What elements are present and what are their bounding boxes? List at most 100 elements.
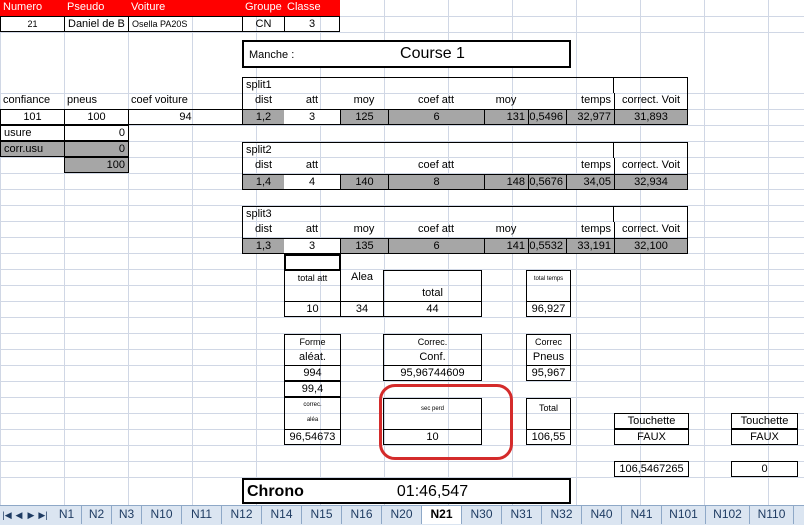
pseudo-cell[interactable]: Daniel de B <box>64 16 129 32</box>
manche-value[interactable]: Course 1 <box>360 43 505 67</box>
sheet-tab[interactable]: N30 <box>462 506 502 524</box>
last-sheet-icon[interactable]: ▶| <box>38 509 48 521</box>
corr-usu-label: corr.usu <box>0 141 65 157</box>
sheet-tab[interactable]: N101 <box>662 506 706 524</box>
chrono-label: Chrono <box>247 483 304 500</box>
classe-header: Classe <box>284 0 340 16</box>
correc-alea-cell[interactable]: 96,54673 <box>284 429 341 445</box>
split1-dist-label: dist <box>242 93 284 109</box>
total-final-cell[interactable]: 106,55 <box>526 429 571 445</box>
sheet-tab[interactable]: N2 <box>82 506 112 524</box>
sheet-tab[interactable]: N16 <box>342 506 382 524</box>
split3-coefatt-label: coef att <box>417 223 455 235</box>
sheet-tab[interactable]: N10 <box>142 506 182 524</box>
split1-coefatt[interactable]: 6 <box>388 109 485 125</box>
total-temps-cell[interactable]: 96,927 <box>526 301 571 317</box>
split3-temps[interactable]: 33,191 <box>566 238 615 254</box>
split3-moy2-label: moy <box>495 223 517 235</box>
split3-att[interactable]: 3 <box>284 238 340 254</box>
split3-moy-label: moy <box>353 223 375 235</box>
split1-att-label: att <box>305 94 319 106</box>
final-value1[interactable]: 106,5467265 <box>614 461 689 477</box>
correc-pneus-cell[interactable]: 95,967 <box>526 365 571 381</box>
sheet-tab[interactable]: N20 <box>382 506 422 524</box>
total-att-cell[interactable]: 10 <box>284 301 341 317</box>
touchette2-cell[interactable]: FAUX <box>731 429 798 445</box>
split1-moy2[interactable]: 131 <box>484 109 529 125</box>
prev-sheet-icon[interactable]: ◀ <box>14 509 24 521</box>
sheet-tab[interactable]: N11 <box>182 506 222 524</box>
sheet-tab[interactable]: N31 <box>502 506 542 524</box>
forme-v1[interactable]: 994 <box>284 365 341 381</box>
split2-coefatt[interactable]: 8 <box>388 174 485 190</box>
sheet-tab[interactable]: N40 <box>582 506 622 524</box>
split2-att[interactable]: 4 <box>284 174 340 190</box>
sheet-tab[interactable]: N15 <box>302 506 342 524</box>
classe-cell[interactable]: 3 <box>284 16 340 32</box>
split1-moy[interactable]: 125 <box>340 109 389 125</box>
split1-correct-label: correct. Voit <box>614 93 688 109</box>
first-sheet-icon[interactable]: |◀ <box>2 509 12 521</box>
correc-conf-cell[interactable]: 95,96744609 <box>383 365 482 381</box>
total-att-label: total att <box>284 270 341 286</box>
split3-title: split3 <box>242 206 614 222</box>
split1-ratio[interactable]: 0,5496 <box>528 109 567 125</box>
split3-coefatt[interactable]: 6 <box>388 238 485 254</box>
usure-cell[interactable]: 0 <box>64 125 129 141</box>
next-sheet-icon[interactable]: ▶ <box>26 509 36 521</box>
split1-att[interactable]: 3 <box>284 109 340 125</box>
split3-moy[interactable]: 135 <box>340 238 389 254</box>
split2-moy2[interactable]: 148 <box>484 174 529 190</box>
numero-header: Numero <box>0 0 64 16</box>
pneus-cell[interactable]: 100 <box>64 109 129 125</box>
sheet-tab[interactable]: N14 <box>262 506 302 524</box>
split3-ratio[interactable]: 0,5532 <box>528 238 567 254</box>
usure-total-cell[interactable]: 100 <box>64 157 129 173</box>
total-cell[interactable]: 44 <box>383 301 482 317</box>
sheet-tab[interactable]: N1 <box>52 506 82 524</box>
split3-correct[interactable]: 32,100 <box>614 238 688 254</box>
total-label: total <box>383 286 482 302</box>
forme-v2[interactable]: 99,4 <box>284 381 341 397</box>
touchette1-cell[interactable]: FAUX <box>614 429 689 445</box>
groupe-cell[interactable]: CN <box>242 16 285 32</box>
sheet-tab[interactable]: N41 <box>622 506 662 524</box>
sheet-tab[interactable]: N32 <box>542 506 582 524</box>
coef-voiture-cell[interactable]: 94 <box>128 109 243 125</box>
split1-dist[interactable]: 1,2 <box>242 109 285 125</box>
alea-cell[interactable]: 34 <box>340 301 384 317</box>
split2-temps-label: temps <box>581 159 611 171</box>
confiance-cell[interactable]: 101 <box>0 109 65 125</box>
touchette1-label: Touchette <box>614 413 689 429</box>
sheet-tab[interactable]: N3 <box>112 506 142 524</box>
split1-correct[interactable]: 31,893 <box>614 109 688 125</box>
corr-usu-cell[interactable]: 0 <box>64 141 129 157</box>
sheet-tab[interactable]: N102 <box>706 506 750 524</box>
voiture-cell[interactable]: Osella PA20S <box>128 16 243 32</box>
spreadsheet-grid[interactable]: Numero Pseudo Voiture Groupe Classe 21 D… <box>0 0 804 505</box>
split2-temps[interactable]: 34,05 <box>566 174 615 190</box>
sheet-tabs-bar: |◀ ◀ ▶ ▶| N1 N2 N3 N10 N11 N12 N14 N15 N16 N20 N21… <box>0 505 804 525</box>
chrono-value[interactable]: 01:46,547 <box>370 481 495 505</box>
final-value2[interactable]: 0 <box>731 461 798 477</box>
split2-ratio[interactable]: 0,5676 <box>528 174 567 190</box>
selected-cell[interactable] <box>284 254 341 271</box>
split2-moy[interactable]: 140 <box>340 174 389 190</box>
split3-moy2[interactable]: 141 <box>484 238 529 254</box>
total-temps-label: total temps <box>526 270 571 302</box>
split2-coefatt-label: coef att <box>417 159 455 171</box>
split2-dist[interactable]: 1,4 <box>242 174 285 190</box>
confiance-label: confiance <box>3 94 51 106</box>
split3-dist[interactable]: 1,3 <box>242 238 285 254</box>
split3-dist-label: dist <box>242 222 284 238</box>
touchette2-label: Touchette <box>731 413 798 429</box>
sheet-tab[interactable]: N21 <box>422 506 462 524</box>
split1-temps[interactable]: 32,977 <box>566 109 615 125</box>
sheet-tab[interactable]: N12 <box>222 506 262 524</box>
coef-voiture-label: coef voiture <box>131 94 188 106</box>
split3-temps-label: temps <box>581 223 611 235</box>
numero-cell[interactable]: 21 <box>0 16 65 32</box>
split2-correct[interactable]: 32,934 <box>614 174 688 190</box>
split1-moy-label: moy <box>353 94 375 106</box>
sheet-tab[interactable]: N110 <box>750 506 794 524</box>
